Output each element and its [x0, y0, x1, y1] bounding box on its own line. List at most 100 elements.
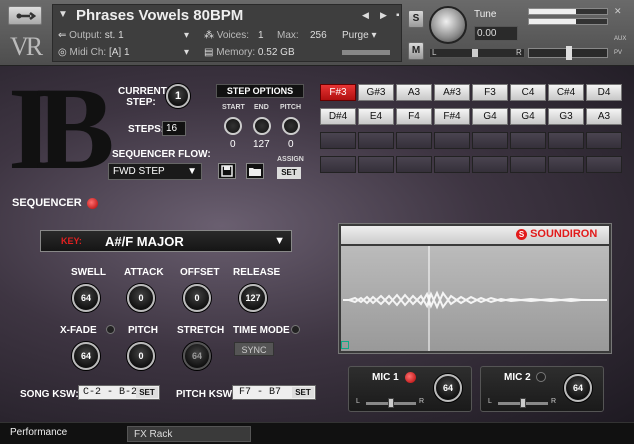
- empty-step-cell[interactable]: [396, 132, 432, 149]
- pitch-ksw-set-button[interactable]: SET: [292, 387, 314, 398]
- empty-step-cell[interactable]: [434, 156, 470, 173]
- purge-button[interactable]: Purge ▾: [342, 30, 377, 41]
- tab-fx-rack[interactable]: FX Rack: [127, 426, 251, 442]
- volume-thumb[interactable]: [566, 46, 572, 60]
- mic1-knob[interactable]: 64: [434, 374, 462, 402]
- empty-step-cell[interactable]: [586, 156, 622, 173]
- waveform-display[interactable]: [341, 246, 609, 351]
- step-cell[interactable]: G4: [510, 108, 546, 125]
- prev-instrument-icon[interactable]: ◀: [362, 10, 369, 21]
- empty-step-cell[interactable]: [510, 156, 546, 173]
- step-cell[interactable]: F4: [396, 108, 432, 125]
- pitch-control-knob[interactable]: 0: [127, 342, 155, 370]
- song-ksw-set-button[interactable]: SET: [136, 387, 158, 398]
- tab-performance[interactable]: Performance: [4, 425, 122, 441]
- loop-marker-icon[interactable]: [341, 341, 349, 349]
- empty-step-cell[interactable]: [510, 132, 546, 149]
- step-cell[interactable]: F3: [472, 84, 508, 101]
- attack-knob[interactable]: 0: [127, 284, 155, 312]
- load-button[interactable]: [246, 163, 264, 179]
- pitch-ksw-label: PITCH KSW:: [176, 389, 236, 400]
- wrench-button[interactable]: [8, 6, 42, 25]
- key-dropdown[interactable]: KEY: A#/F MAJOR ▼: [40, 230, 292, 252]
- empty-step-cell[interactable]: [472, 156, 508, 173]
- step-cell[interactable]: G#3: [358, 84, 394, 101]
- next-instrument-icon[interactable]: ▶: [380, 10, 387, 21]
- step-cell[interactable]: E4: [358, 108, 394, 125]
- solo-button[interactable]: S: [408, 10, 424, 28]
- empty-step-cell[interactable]: [396, 156, 432, 173]
- step-cell[interactable]: C#4: [548, 84, 584, 101]
- release-knob[interactable]: 127: [239, 284, 267, 312]
- output-dropdown-icon[interactable]: ▾: [184, 30, 189, 41]
- swell-knob[interactable]: 64: [72, 284, 100, 312]
- tune-knob[interactable]: [429, 6, 467, 44]
- max-value[interactable]: 256: [310, 30, 327, 41]
- end-label: END: [254, 104, 269, 111]
- empty-step-cell[interactable]: [548, 132, 584, 149]
- mic2-pan-thumb[interactable]: [520, 398, 526, 408]
- empty-step-cell[interactable]: [358, 132, 394, 149]
- sequencer-flow-dropdown[interactable]: FWD STEP ▼: [108, 163, 202, 180]
- step-cell[interactable]: G3: [548, 108, 584, 125]
- time-mode-toggle[interactable]: [291, 325, 300, 334]
- start-knob[interactable]: [224, 117, 242, 135]
- midi-dropdown-icon[interactable]: ▾: [184, 47, 189, 58]
- instrument-header: VR ▼ Phrases Vowels 80BPM ◀ ▶ ▪ ⇐ Output…: [0, 0, 634, 66]
- empty-step-cell[interactable]: [434, 132, 470, 149]
- output-row[interactable]: ⇐ Output: st. 1: [58, 30, 124, 41]
- empty-step-cell[interactable]: [358, 156, 394, 173]
- steps-label: STEPS:: [128, 124, 165, 135]
- level-meter-left: [528, 8, 608, 15]
- pitch-knob[interactable]: [282, 117, 300, 135]
- output-icon: ⇐: [58, 30, 70, 41]
- midi-row[interactable]: ◎ Midi Ch: [A] 1: [58, 47, 130, 58]
- sync-button[interactable]: SYNC: [234, 342, 274, 356]
- step-options-header: STEP OPTIONS: [216, 84, 304, 98]
- xfade-knob[interactable]: 64: [72, 342, 100, 370]
- step-cell[interactable]: F#3: [320, 84, 356, 101]
- mic2-pan-right: R: [551, 398, 557, 405]
- instrument-name[interactable]: Phrases Vowels 80BPM: [76, 7, 243, 24]
- step-cell[interactable]: F#4: [434, 108, 470, 125]
- mute-button[interactable]: M: [408, 42, 424, 60]
- step-cell[interactable]: D#4: [320, 108, 356, 125]
- flow-value: FWD STEP: [113, 166, 165, 177]
- folder-icon: [249, 168, 261, 176]
- pan-thumb[interactable]: [472, 49, 478, 57]
- assign-set-button[interactable]: SET: [277, 167, 301, 179]
- end-knob[interactable]: [253, 117, 271, 135]
- tune-value[interactable]: 0.00: [474, 26, 518, 41]
- mic2-knob[interactable]: 64: [564, 374, 592, 402]
- empty-step-cell[interactable]: [472, 132, 508, 149]
- empty-step-cell[interactable]: [586, 132, 622, 149]
- step-cell[interactable]: A3: [396, 84, 432, 101]
- step-cell[interactable]: A#3: [434, 84, 470, 101]
- aux-label[interactable]: AUX: [614, 36, 626, 42]
- empty-step-cell[interactable]: [548, 156, 584, 173]
- step-cell[interactable]: C4: [510, 84, 546, 101]
- mic1-power-button[interactable]: [405, 372, 416, 383]
- collapse-arrow-icon[interactable]: ▼: [58, 9, 68, 20]
- stretch-knob[interactable]: 64: [183, 342, 211, 370]
- mic1-pan-thumb[interactable]: [388, 398, 394, 408]
- memory-icon: ▤: [204, 47, 217, 58]
- dropdown-arrow-icon: ▼: [187, 166, 197, 177]
- current-step-knob[interactable]: 1: [166, 84, 190, 108]
- xfade-toggle[interactable]: [106, 325, 115, 334]
- empty-step-cell[interactable]: [320, 132, 356, 149]
- step-cell[interactable]: D4: [586, 84, 622, 101]
- empty-step-cell[interactable]: [320, 156, 356, 173]
- mic2-power-button[interactable]: [536, 372, 546, 382]
- sequencer-power-button[interactable]: [87, 198, 98, 209]
- close-icon[interactable]: ✕: [614, 6, 622, 17]
- steps-field[interactable]: 16: [162, 121, 186, 136]
- offset-knob[interactable]: 0: [183, 284, 211, 312]
- camera-icon[interactable]: ▪: [396, 10, 400, 21]
- step-cell[interactable]: A3: [586, 108, 622, 125]
- pan-right-label: R: [516, 48, 522, 57]
- pv-label[interactable]: PV: [614, 50, 622, 56]
- step-cell[interactable]: G4: [472, 108, 508, 125]
- memory-bar: [342, 50, 390, 55]
- save-button[interactable]: [218, 163, 236, 179]
